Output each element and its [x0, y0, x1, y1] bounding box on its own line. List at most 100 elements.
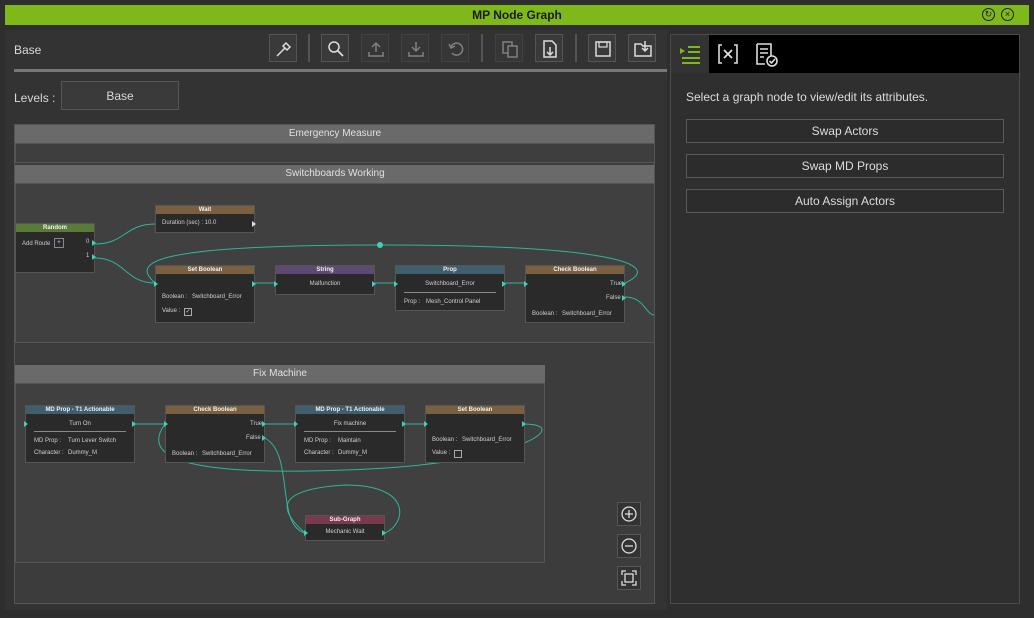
- move-down-icon[interactable]: [401, 34, 429, 62]
- node-field-value: Dummy_M: [338, 450, 368, 456]
- node-field-value: Turn Lever Switch: [68, 438, 117, 444]
- fit-view-icon[interactable]: [617, 566, 641, 590]
- toolbar-separator: [575, 34, 577, 62]
- checklist-tab-icon[interactable]: [747, 35, 785, 73]
- output-port[interactable]: [372, 281, 376, 287]
- add-route-plus-icon[interactable]: +: [54, 238, 64, 248]
- panel-tabs: [671, 35, 1019, 73]
- node-check-boolean[interactable]: Check Boolean True False Boolean : Switc…: [164, 405, 266, 463]
- auto-assign-actors-button[interactable]: Auto Assign Actors: [686, 189, 1004, 213]
- node-title: Sub-Graph: [306, 516, 384, 524]
- node-field-value: Switchboard_Error: [562, 311, 612, 317]
- node-field-key: Character :: [304, 450, 334, 456]
- output-port[interactable]: [622, 295, 626, 301]
- node-field-value: Switchboard_Error: [462, 437, 512, 443]
- input-port[interactable]: [274, 281, 278, 287]
- node-random[interactable]: Random Add Route + 0 1: [15, 223, 96, 273]
- graph-panel: Base Levels : Base Emergency Measure Swi…: [5, 30, 667, 610]
- node-title: MD Prop - T1 Actionable: [26, 406, 134, 414]
- copy-icon[interactable]: [495, 34, 523, 62]
- attributes-tab-icon[interactable]: [671, 35, 709, 73]
- output-port[interactable]: [622, 281, 626, 287]
- open-folder-icon[interactable]: [628, 34, 656, 62]
- value-checkbox[interactable]: [454, 450, 462, 458]
- node-md-prop[interactable]: MD Prop - T1 Actionable Fix machine MD P…: [294, 405, 406, 463]
- node-field-value: Switchboard_Error: [202, 451, 252, 457]
- toolbar-separator: [308, 34, 310, 62]
- zoom-in-icon[interactable]: [617, 502, 641, 526]
- node-md-prop[interactable]: MD Prop - T1 Actionable Turn On MD Prop …: [24, 405, 136, 463]
- node-field-key: Prop :: [404, 299, 421, 305]
- node-set-boolean[interactable]: Set Boolean Boolean : Switchboard_Error …: [424, 405, 526, 463]
- input-port[interactable]: [394, 281, 398, 287]
- close-icon[interactable]: ×: [1001, 8, 1014, 21]
- search-icon[interactable]: [321, 34, 349, 62]
- input-port[interactable]: [154, 281, 158, 287]
- input-port[interactable]: [294, 421, 298, 427]
- node-string[interactable]: String Malfunction: [274, 265, 376, 295]
- node-prop[interactable]: Prop Switchboard_Error Prop : Mesh_Contr…: [394, 265, 506, 311]
- output-port[interactable]: [132, 421, 136, 427]
- input-port[interactable]: [524, 281, 528, 287]
- node-title: Wait: [156, 206, 254, 214]
- node-title: Set Boolean: [156, 266, 254, 274]
- save-icon[interactable]: [588, 34, 616, 62]
- input-port[interactable]: [304, 530, 308, 536]
- node-title: Random: [16, 224, 94, 232]
- node-set-boolean[interactable]: Set Boolean Boolean : Switchboard_Error …: [154, 265, 256, 323]
- levels-selector[interactable]: Base: [61, 81, 179, 110]
- title-bar[interactable]: MP Node Graph ↻ ×: [5, 5, 1029, 25]
- node-output-label: True: [610, 281, 623, 287]
- zoom-out-icon[interactable]: [617, 534, 641, 558]
- node-field-key: Boolean :: [532, 311, 558, 317]
- input-port[interactable]: [164, 421, 168, 427]
- node-value: Fix machine: [333, 421, 367, 427]
- variables-tab-icon[interactable]: [709, 35, 747, 73]
- node-field-key: Value :: [162, 308, 181, 314]
- output-port[interactable]: [522, 421, 526, 427]
- node-title: MD Prop - T1 Actionable: [296, 406, 404, 414]
- input-port[interactable]: [424, 421, 428, 427]
- output-port[interactable]: [382, 530, 386, 536]
- node-title: Set Boolean: [426, 406, 524, 414]
- node-field: Duration (sec) : 10.0: [162, 220, 217, 226]
- node-field-key: MD Prop :: [34, 438, 62, 444]
- node-value: Malfunction: [309, 281, 341, 287]
- input-port[interactable]: [24, 421, 28, 427]
- node-sub-graph[interactable]: Sub-Graph Mechanic Wait: [304, 515, 386, 541]
- node-field-key: Boolean :: [172, 451, 198, 457]
- node-value: Turn On: [69, 421, 91, 427]
- swap-md-props-button[interactable]: Swap MD Props: [686, 154, 1004, 178]
- undo-icon[interactable]: [441, 34, 469, 62]
- node-graph-canvas[interactable]: Emergency Measure Switchboards Working F…: [14, 124, 655, 604]
- node-title: Check Boolean: [526, 266, 624, 274]
- node-divider: [304, 431, 396, 432]
- node-field-key: MD Prop :: [304, 438, 332, 444]
- output-port[interactable]: [502, 281, 506, 287]
- output-port[interactable]: [252, 281, 256, 287]
- output-port[interactable]: [92, 254, 96, 260]
- breadcrumb[interactable]: Base: [14, 43, 41, 57]
- node-field-value: Maintain: [338, 438, 361, 444]
- node-divider: [404, 292, 496, 293]
- restore-icon[interactable]: ↻: [982, 8, 995, 21]
- eyedropper-icon[interactable]: [269, 34, 297, 62]
- app-window: MP Node Graph ↻ × Base Levels: Base Eme…: [0, 0, 1034, 618]
- node-field-key: Value :: [432, 450, 451, 456]
- node-wait[interactable]: Wait Duration (sec) : 10.0: [155, 205, 256, 233]
- node-label: Add Route: [22, 241, 51, 247]
- move-up-icon[interactable]: [361, 34, 389, 62]
- output-port[interactable]: [402, 421, 406, 427]
- output-port[interactable]: [262, 435, 266, 441]
- output-port[interactable]: [252, 221, 256, 227]
- output-port[interactable]: [92, 240, 96, 246]
- node-check-boolean[interactable]: Check Boolean True False Boolean : Switc…: [524, 265, 626, 323]
- export-icon[interactable]: [535, 34, 563, 62]
- value-checkbox[interactable]: ✓: [184, 308, 192, 316]
- output-port[interactable]: [262, 421, 266, 427]
- window-title: MP Node Graph: [472, 8, 562, 22]
- node-title: Prop: [396, 266, 504, 274]
- node-output-label: False: [246, 435, 261, 441]
- attributes-hint: Select a graph node to view/edit its att…: [686, 90, 929, 104]
- swap-actors-button[interactable]: Swap Actors: [686, 119, 1004, 143]
